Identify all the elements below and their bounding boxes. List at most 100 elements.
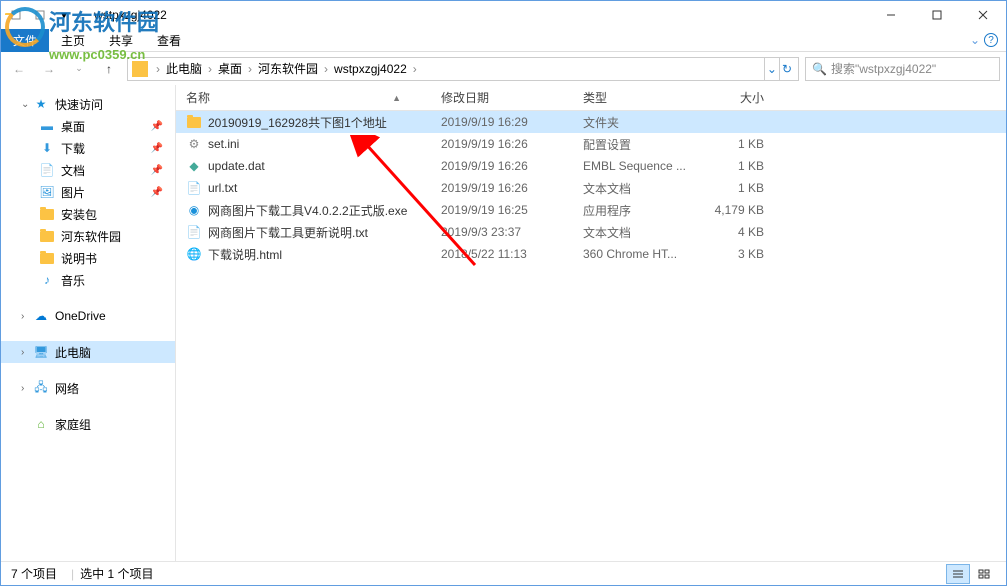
music-icon: ♪ bbox=[39, 272, 55, 288]
breadcrumb-item[interactable]: 河东软件园 bbox=[256, 60, 320, 77]
sidebar-pictures[interactable]: 🖼图片📌 bbox=[1, 181, 175, 203]
qat-item[interactable] bbox=[5, 4, 27, 26]
column-date[interactable]: 修改日期 bbox=[431, 89, 573, 106]
file-date: 2018/5/22 11:13 bbox=[431, 247, 573, 261]
file-type: 应用程序 bbox=[573, 202, 698, 219]
sidebar-music[interactable]: ♪音乐 bbox=[1, 269, 175, 291]
file-type-icon: ⚙ bbox=[186, 136, 202, 152]
help-icon[interactable]: ? bbox=[984, 33, 998, 47]
tab-home[interactable]: 主页 bbox=[49, 29, 97, 52]
maximize-button[interactable] bbox=[914, 1, 960, 29]
star-icon: ★ bbox=[33, 96, 49, 112]
desktop-icon: ▬ bbox=[39, 118, 55, 134]
file-type: EMBL Sequence ... bbox=[573, 159, 698, 173]
folder-icon bbox=[39, 206, 55, 222]
breadcrumb-item[interactable]: 桌面 bbox=[216, 60, 244, 77]
search-input[interactable]: 🔍 搜索"wstpxzgj4022" bbox=[805, 57, 1000, 81]
sidebar-pkg[interactable]: 安装包 bbox=[1, 203, 175, 225]
address-dropdown[interactable]: ⌄ bbox=[764, 58, 779, 80]
file-date: 2019/9/3 23:37 bbox=[431, 225, 573, 239]
pc-icon: 🖥 bbox=[33, 344, 49, 360]
back-button[interactable]: ← bbox=[7, 57, 31, 81]
recent-dropdown[interactable]: ⌄ bbox=[67, 57, 91, 81]
sidebar-manual[interactable]: 说明书 bbox=[1, 247, 175, 269]
file-type: 文本文档 bbox=[573, 224, 698, 241]
file-size: 1 KB bbox=[698, 137, 778, 151]
file-name: 下载说明.html bbox=[208, 246, 282, 263]
close-button[interactable] bbox=[960, 1, 1006, 29]
quick-access-toolbar: ▾ bbox=[5, 4, 75, 26]
tab-view[interactable]: 查看 bbox=[145, 29, 193, 52]
forward-button[interactable]: → bbox=[37, 57, 61, 81]
pin-icon: 📌 bbox=[151, 143, 163, 154]
file-type: 文件夹 bbox=[573, 114, 698, 131]
folder-icon bbox=[39, 228, 55, 244]
thumbnails-view-button[interactable] bbox=[972, 564, 996, 584]
breadcrumb[interactable]: › 此电脑 › 桌面 › 河东软件园 › wstpxzgj4022 › ⌄ ↻ bbox=[127, 57, 799, 81]
column-size[interactable]: 大小 bbox=[698, 89, 778, 106]
file-type: 360 Chrome HT... bbox=[573, 247, 698, 261]
minimize-button[interactable] bbox=[868, 1, 914, 29]
pin-icon: 📌 bbox=[151, 165, 163, 176]
file-row[interactable]: ◆update.dat2019/9/19 16:26EMBL Sequence … bbox=[176, 155, 1006, 177]
file-type: 配置设置 bbox=[573, 136, 698, 153]
file-row[interactable]: 🌐 下载说明.html 2018/5/22 11:13360 Chrome HT..… bbox=[176, 243, 1006, 265]
up-button[interactable]: ↑ bbox=[97, 57, 121, 81]
qat-dropdown[interactable]: ▾ bbox=[53, 4, 75, 26]
sidebar-quickaccess[interactable]: ⌄★快速访问 bbox=[1, 93, 175, 115]
ribbon-expand-icon[interactable]: ⌄ bbox=[970, 33, 980, 47]
file-row[interactable]: 📄url.txt2019/9/19 16:26文本文档1 KB bbox=[176, 177, 1006, 199]
file-type-icon: 📄 bbox=[186, 224, 202, 240]
chevron-right-icon[interactable]: › bbox=[244, 62, 256, 76]
file-row[interactable]: ⚙set.ini2019/9/19 16:26配置设置1 KB bbox=[176, 133, 1006, 155]
ribbon: 文件 主页 共享 查看 ⌄ ? bbox=[1, 29, 1006, 52]
folder-icon bbox=[132, 61, 148, 77]
file-type-icon: ◆ bbox=[186, 158, 202, 174]
details-view-button[interactable] bbox=[946, 564, 970, 584]
pin-icon: 📌 bbox=[151, 187, 163, 198]
chevron-right-icon[interactable]: › bbox=[320, 62, 332, 76]
chevron-right-icon[interactable]: › bbox=[409, 62, 421, 76]
breadcrumb-item[interactable]: 此电脑 bbox=[164, 60, 204, 77]
pin-icon: 📌 bbox=[151, 121, 163, 132]
sidebar-thispc[interactable]: ›🖥此电脑 bbox=[1, 341, 175, 363]
refresh-button[interactable]: ↻ bbox=[779, 58, 794, 80]
file-row[interactable]: 20190919_162928共下图1个地址 2019/9/19 16:29文件夹 bbox=[176, 111, 1006, 133]
sidebar-documents[interactable]: 📄文档📌 bbox=[1, 159, 175, 181]
sidebar-network[interactable]: ›🖧网络 bbox=[1, 377, 175, 399]
chevron-right-icon[interactable]: › bbox=[204, 62, 216, 76]
breadcrumb-item[interactable]: wstpxzgj4022 bbox=[332, 62, 409, 76]
item-count: 7 个项目 bbox=[11, 565, 57, 582]
file-size: 3 KB bbox=[698, 247, 778, 261]
sidebar-desktop[interactable]: ▬桌面📌 bbox=[1, 115, 175, 137]
sidebar-hedong[interactable]: 河东软件园 bbox=[1, 225, 175, 247]
tab-file[interactable]: 文件 bbox=[1, 29, 49, 52]
file-type-icon: 📄 bbox=[186, 180, 202, 196]
chevron-right-icon[interactable]: › bbox=[152, 62, 164, 76]
tab-share[interactable]: 共享 bbox=[97, 29, 145, 52]
file-size: 1 KB bbox=[698, 181, 778, 195]
downloads-icon: ⬇ bbox=[39, 140, 55, 156]
onedrive-icon: ☁ bbox=[33, 308, 49, 324]
file-name: 20190919_162928共下图1个地址 bbox=[208, 114, 387, 131]
file-name: set.ini bbox=[208, 137, 239, 151]
file-type: 文本文档 bbox=[573, 180, 698, 197]
column-name[interactable]: 名称▲ bbox=[176, 89, 431, 106]
file-row[interactable]: 📄网商图片下载工具更新说明.txt2019/9/3 23:37文本文档4 KB bbox=[176, 221, 1006, 243]
column-type[interactable]: 类型 bbox=[573, 89, 698, 106]
window-title: wstpxzgj4022 bbox=[94, 8, 167, 22]
column-headers: 名称▲ 修改日期 类型 大小 bbox=[176, 85, 1006, 111]
sidebar-onedrive[interactable]: ›☁OneDrive bbox=[1, 305, 175, 327]
file-name: 网商图片下载工具更新说明.txt bbox=[208, 224, 368, 241]
file-date: 2019/9/19 16:29 bbox=[431, 115, 573, 129]
selection-count: 选中 1 个项目 bbox=[80, 565, 153, 582]
file-type-icon bbox=[186, 114, 202, 130]
file-row[interactable]: ◉网商图片下载工具V4.0.2.2正式版.exe2019/9/19 16:25应… bbox=[176, 199, 1006, 221]
file-size: 4,179 KB bbox=[698, 203, 778, 217]
file-date: 2019/9/19 16:26 bbox=[431, 159, 573, 173]
file-type-icon: 🌐 bbox=[186, 246, 202, 262]
qat-item[interactable] bbox=[29, 4, 51, 26]
file-list: 名称▲ 修改日期 类型 大小 20190919_162928共下图1个地址201… bbox=[176, 85, 1006, 561]
sidebar-homegroup[interactable]: ⌂家庭组 bbox=[1, 413, 175, 435]
sidebar-downloads[interactable]: ⬇下载📌 bbox=[1, 137, 175, 159]
